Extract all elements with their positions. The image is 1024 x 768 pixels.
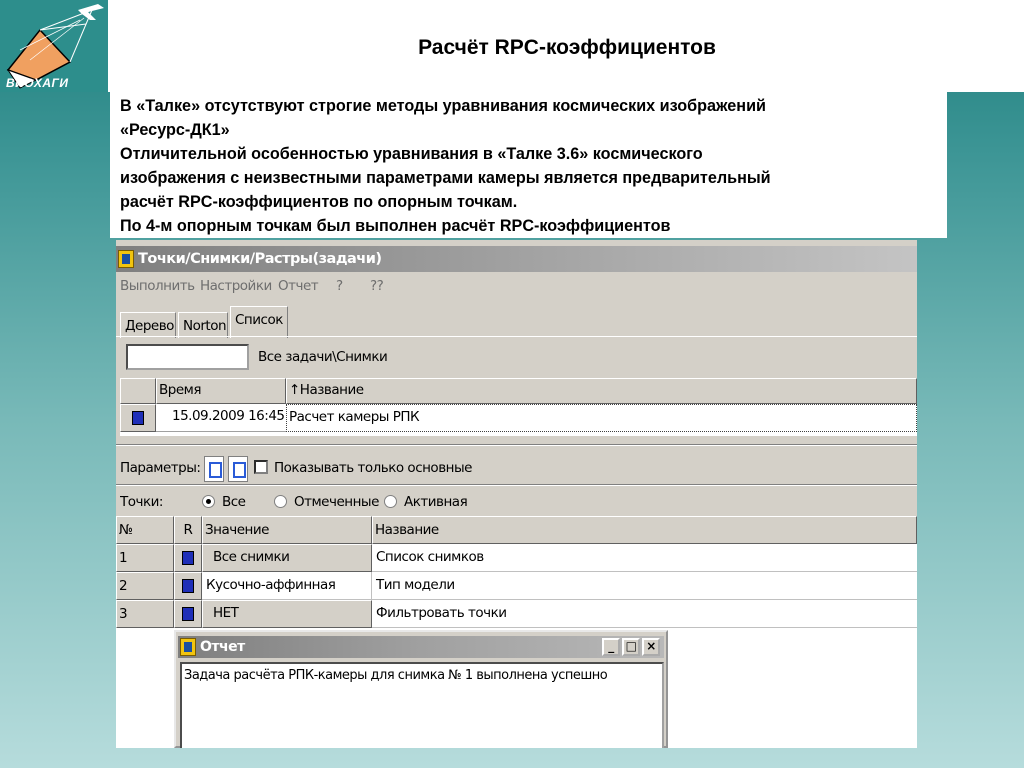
- report-message-area[interactable]: Задача расчёта РПК-камеры для снимка № 1…: [180, 662, 664, 748]
- minimize-button[interactable]: _: [602, 638, 620, 656]
- report-dialog: Отчет _ □ × Задача расчёта РПК-камеры дл…: [174, 630, 668, 748]
- param-row-marker: [174, 572, 202, 600]
- param-name-cell: Тип модели: [372, 572, 917, 600]
- slide-title: Расчёт RPC-коэффициентов: [418, 36, 716, 59]
- param-row-number: 2: [116, 572, 174, 600]
- params-label: Параметры:: [120, 460, 201, 476]
- report-app-icon: [180, 638, 196, 656]
- task-row-selector[interactable]: [120, 404, 156, 432]
- param-row-number: 1: [116, 544, 174, 572]
- body-line-4: изображения с неизвестными параметрами к…: [120, 169, 771, 187]
- param-value-cell[interactable]: НЕТ: [202, 600, 372, 628]
- menu-about[interactable]: ??: [370, 278, 384, 294]
- param-row-marker: [174, 600, 202, 628]
- table-row[interactable]: 3 НЕТ Фильтровать точки: [116, 600, 917, 628]
- report-message: Задача расчёта РПК-камеры для снимка № 1…: [184, 668, 608, 683]
- task-name-cell[interactable]: Расчет камеры РПК: [286, 404, 917, 432]
- filter-path-label: Все задачи\Снимки: [258, 349, 388, 365]
- body-line-6: По 4-м опорным точкам был выполнен расчё…: [120, 217, 671, 235]
- window-title: Точки/Снимки/Растры(задачи): [138, 251, 382, 267]
- param-row-marker: [174, 544, 202, 572]
- menu-help[interactable]: ?: [336, 278, 343, 294]
- body-line-3: Отличительной особенностью уравнивания в…: [120, 145, 703, 163]
- filter-input[interactable]: [126, 344, 249, 370]
- param-header-name[interactable]: Название: [372, 516, 917, 544]
- param-name-cell: Список снимков: [372, 544, 917, 572]
- param-row-number: 3: [116, 600, 174, 628]
- body-line-1: В «Талке» отсутствуют строгие методы ура…: [120, 97, 766, 115]
- row-marker-icon: [182, 607, 194, 621]
- slide-text-box: В «Талке» отсутствуют строгие методы ура…: [110, 92, 947, 238]
- logo-text: ВИОХАГИ: [6, 76, 69, 90]
- tab-norton[interactable]: Norton: [178, 312, 228, 338]
- menu-run[interactable]: Выполнить: [120, 278, 195, 294]
- maximize-button[interactable]: □: [622, 638, 640, 656]
- document-icon[interactable]: [204, 456, 224, 482]
- show-main-only-label: Показывать только основные: [274, 460, 472, 476]
- param-header-value[interactable]: Значение: [202, 516, 372, 544]
- task-header-time[interactable]: Время: [156, 378, 286, 404]
- task-time-cell[interactable]: 15.09.2009 16:45:24: [156, 404, 286, 432]
- param-value-cell[interactable]: Кусочно-аффинная: [202, 572, 372, 600]
- body-line-5: расчёт RPC-коэффициентов по опорным точк…: [120, 193, 518, 211]
- points-active-label[interactable]: Активная: [404, 494, 467, 510]
- task-header-marker[interactable]: [120, 378, 156, 404]
- tab-tree[interactable]: Дерево: [120, 312, 176, 338]
- row-marker-icon: [182, 551, 194, 565]
- points-marked-label[interactable]: Отмеченные: [294, 494, 379, 510]
- report-titlebar[interactable]: Отчет _ □ ×: [178, 636, 664, 658]
- app-icon: [118, 250, 134, 268]
- body-line-2: «Ресурс-ДК1»: [120, 121, 230, 139]
- params-divider: [116, 484, 917, 486]
- panel-divider: [116, 444, 917, 446]
- param-name-cell: Фильтровать точки: [372, 600, 917, 628]
- task-table: Время ↑Название 15.09.2009 16:45:24 Расч…: [120, 378, 917, 436]
- points-active-radio[interactable]: [384, 495, 397, 508]
- menu-report[interactable]: Отчет: [278, 278, 319, 294]
- task-header-name[interactable]: ↑Название: [286, 378, 917, 404]
- close-button[interactable]: ×: [642, 638, 660, 656]
- copy-documents-icon[interactable]: [228, 456, 248, 482]
- table-row[interactable]: 2 Кусочно-аффинная Тип модели: [116, 572, 917, 600]
- points-all-label[interactable]: Все: [222, 494, 246, 510]
- report-title: Отчет: [200, 639, 245, 655]
- param-value-cell[interactable]: Все снимки: [202, 544, 372, 572]
- points-all-radio[interactable]: [202, 495, 215, 508]
- param-header-r[interactable]: R: [174, 516, 202, 544]
- row-marker-icon: [182, 579, 194, 593]
- selected-marker-icon: [132, 411, 144, 425]
- param-header-num[interactable]: №: [116, 516, 174, 544]
- tab-list[interactable]: Список: [230, 306, 288, 338]
- menu-bar: Выполнить Настройки Отчет ? ??: [116, 272, 917, 302]
- menu-settings[interactable]: Настройки: [200, 278, 272, 294]
- points-label: Точки:: [120, 494, 163, 510]
- points-marked-radio[interactable]: [274, 495, 287, 508]
- tasks-window: Точки/Снимки/Растры(задачи) Выполнить На…: [116, 240, 917, 748]
- table-row[interactable]: 1 Все снимки Список снимков: [116, 544, 917, 572]
- show-main-only-checkbox[interactable]: [254, 460, 268, 474]
- tab-strip-divider: [116, 336, 917, 338]
- window-titlebar[interactable]: Точки/Снимки/Растры(задачи): [116, 246, 917, 272]
